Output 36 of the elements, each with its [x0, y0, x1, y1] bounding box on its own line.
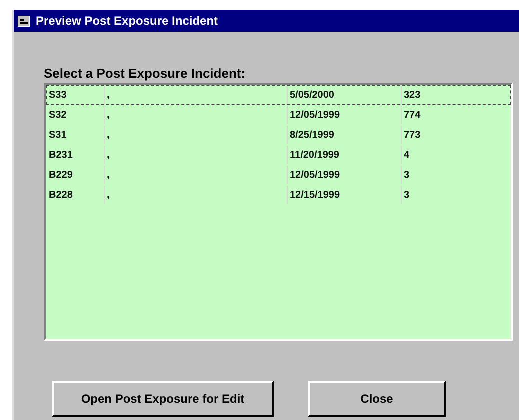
list-cell: 5/05/2000 [288, 86, 402, 104]
list-label: Select a Post Exposure Incident: [44, 66, 247, 81]
list-row[interactable]: S31 , 8/25/1999 773 [46, 125, 511, 145]
incident-list[interactable]: S33 , 5/05/2000 323 S32 , 12/05/1999 774 S31 , 8/25/1999 773 B231 , 11/20/1999 4 B229 , 12/05/1999 3 B228 , 12/15/1999 3 [44, 83, 513, 341]
close-button[interactable]: Close [308, 381, 446, 417]
list-cell-text: 774 [403, 108, 422, 122]
list-cell: B229 [47, 166, 105, 184]
list-cell: B228 [47, 186, 105, 204]
list-cell-text: 773 [403, 128, 422, 142]
list-cell-text: 3 [403, 188, 411, 202]
list-row[interactable]: S32 , 12/05/1999 774 [46, 105, 511, 125]
list-cell-text: 323 [403, 88, 422, 102]
list-cell: , [105, 166, 288, 184]
list-cell: B231 [47, 146, 105, 164]
list-cell: 12/05/1999 [288, 166, 402, 184]
form-icon [18, 16, 30, 26]
list-row[interactable]: B229 , 12/05/1999 3 [46, 165, 511, 185]
list-row[interactable]: B228 , 12/15/1999 3 [46, 185, 511, 205]
list-cell: S31 [47, 126, 105, 144]
list-cell-text: 3 [403, 168, 411, 182]
window-title: Preview Post Exposure Incident [36, 14, 218, 28]
list-cell: 12/05/1999 [288, 106, 402, 124]
list-cell: S32 [47, 106, 105, 124]
list-cell: , [105, 146, 288, 164]
list-row[interactable]: S33 , 5/05/2000 323 [46, 85, 511, 105]
list-cell: 12/15/1999 [288, 186, 402, 204]
list-row[interactable]: B231 , 11/20/1999 4 [46, 145, 511, 165]
open-button[interactable]: Open Post Exposure for Edit [52, 381, 274, 417]
list-cell-text: 4 [403, 148, 411, 162]
list-cell: , [105, 86, 288, 104]
list-cell: 8/25/1999 [288, 126, 402, 144]
list-cell: , [105, 106, 288, 124]
list-cell: S33 [47, 86, 105, 104]
list-cell: , [105, 126, 288, 144]
list-cell: 11/20/1999 [288, 146, 402, 164]
list-cell: , [105, 186, 288, 204]
